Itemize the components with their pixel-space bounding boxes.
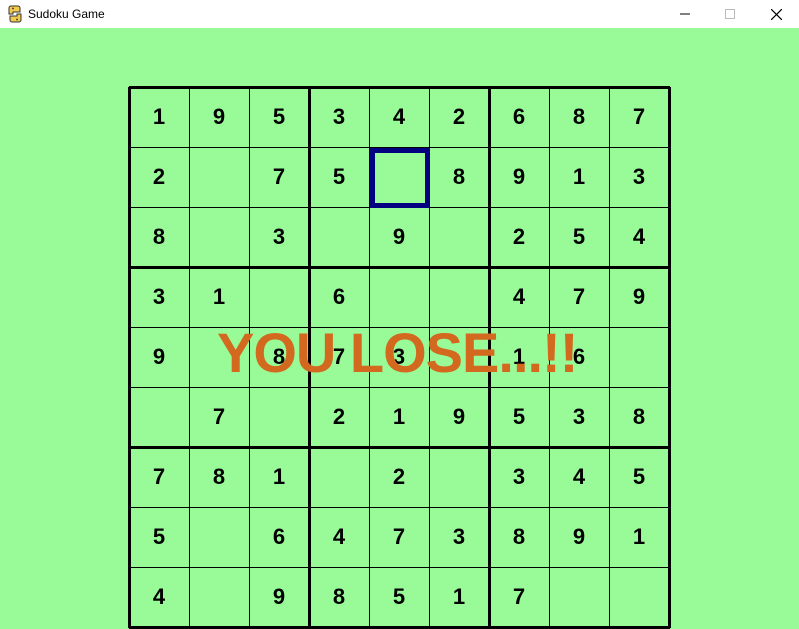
cell-r3-c7[interactable]: 2 — [489, 207, 549, 267]
python-snake-icon — [7, 5, 23, 23]
cell-r9-c4[interactable]: 8 — [309, 567, 369, 627]
cell-r8-c2[interactable] — [189, 507, 249, 567]
cell-r7-c8[interactable]: 4 — [549, 447, 609, 507]
window-title: Sudoku Game — [28, 7, 105, 21]
grid-vline — [609, 87, 610, 628]
minimize-button[interactable] — [662, 0, 708, 28]
cell-r4-c6[interactable] — [429, 267, 489, 327]
cell-r9-c8[interactable] — [549, 567, 609, 627]
cell-r1-c6[interactable]: 2 — [429, 87, 489, 147]
cell-r9-c6[interactable]: 1 — [429, 567, 489, 627]
grid-vline — [189, 87, 190, 628]
cell-r1-c4[interactable]: 3 — [309, 87, 369, 147]
cell-r6-c8[interactable]: 3 — [549, 387, 609, 447]
cell-r6-c1[interactable] — [129, 387, 189, 447]
cell-r2-c4[interactable]: 5 — [309, 147, 369, 207]
cell-r8-c3[interactable]: 6 — [249, 507, 309, 567]
cell-r7-c5[interactable]: 2 — [369, 447, 429, 507]
cell-r6-c9[interactable]: 8 — [609, 387, 669, 447]
cell-r6-c2[interactable]: 7 — [189, 387, 249, 447]
cell-r3-c6[interactable] — [429, 207, 489, 267]
game-area: 1953426872758913839254316479987316721953… — [0, 28, 799, 629]
grid-hline — [129, 387, 670, 388]
grid-vline — [128, 87, 131, 628]
cell-r3-c3[interactable]: 3 — [249, 207, 309, 267]
cell-r9-c7[interactable]: 7 — [489, 567, 549, 627]
close-button[interactable] — [753, 0, 799, 28]
cell-r7-c1[interactable]: 7 — [129, 447, 189, 507]
cell-r1-c1[interactable]: 1 — [129, 87, 189, 147]
cell-r4-c1[interactable]: 3 — [129, 267, 189, 327]
cell-r6-c6[interactable]: 9 — [429, 387, 489, 447]
cell-r7-c2[interactable]: 8 — [189, 447, 249, 507]
cell-r1-c8[interactable]: 8 — [549, 87, 609, 147]
cell-r9-c2[interactable] — [189, 567, 249, 627]
grid-hline — [129, 86, 670, 89]
cell-r3-c1[interactable]: 8 — [129, 207, 189, 267]
cell-r4-c9[interactable]: 9 — [609, 267, 669, 327]
cell-r4-c7[interactable]: 4 — [489, 267, 549, 327]
cell-r1-c9[interactable]: 7 — [609, 87, 669, 147]
grid-hline — [129, 507, 670, 508]
cell-r8-c8[interactable]: 9 — [549, 507, 609, 567]
cell-r4-c8[interactable]: 7 — [549, 267, 609, 327]
cell-r4-c5[interactable] — [369, 267, 429, 327]
cell-r4-c4[interactable]: 6 — [309, 267, 369, 327]
cell-r4-c2[interactable]: 1 — [189, 267, 249, 327]
grid-vline — [668, 87, 671, 628]
cell-r6-c4[interactable]: 2 — [309, 387, 369, 447]
cell-r7-c3[interactable]: 1 — [249, 447, 309, 507]
cell-r5-c9[interactable] — [609, 327, 669, 387]
cell-r7-c9[interactable]: 5 — [609, 447, 669, 507]
cell-r1-c7[interactable]: 6 — [489, 87, 549, 147]
cell-r3-c2[interactable] — [189, 207, 249, 267]
title-bar: Sudoku Game — [0, 0, 799, 28]
cell-r2-c9[interactable]: 3 — [609, 147, 669, 207]
cell-r2-c2[interactable] — [189, 147, 249, 207]
cell-r9-c1[interactable]: 4 — [129, 567, 189, 627]
grid-hline — [129, 567, 670, 568]
cell-r1-c3[interactable]: 5 — [249, 87, 309, 147]
maximize-icon — [725, 9, 735, 19]
cell-r7-c4[interactable] — [309, 447, 369, 507]
cell-r6-c7[interactable]: 5 — [489, 387, 549, 447]
cell-r9-c9[interactable] — [609, 567, 669, 627]
cell-r8-c5[interactable]: 7 — [369, 507, 429, 567]
cell-r4-c3[interactable] — [249, 267, 309, 327]
cell-r8-c9[interactable]: 1 — [609, 507, 669, 567]
close-icon — [770, 8, 782, 20]
cell-r5-c1[interactable]: 9 — [129, 327, 189, 387]
grid-hline — [129, 446, 670, 449]
cell-r9-c3[interactable]: 9 — [249, 567, 309, 627]
grid-hline — [129, 266, 670, 269]
cell-r3-c9[interactable]: 4 — [609, 207, 669, 267]
cell-r6-c3[interactable] — [249, 387, 309, 447]
cell-r3-c4[interactable] — [309, 207, 369, 267]
cell-r7-c7[interactable]: 3 — [489, 447, 549, 507]
cell-r6-c5[interactable]: 1 — [369, 387, 429, 447]
cell-r9-c5[interactable]: 5 — [369, 567, 429, 627]
cell-r7-c6[interactable] — [429, 447, 489, 507]
cell-r2-c7[interactable]: 9 — [489, 147, 549, 207]
cell-r8-c6[interactable]: 3 — [429, 507, 489, 567]
cell-r2-c6[interactable]: 8 — [429, 147, 489, 207]
selected-cell-highlight — [370, 148, 430, 208]
cell-r3-c8[interactable]: 5 — [549, 207, 609, 267]
cell-r2-c1[interactable]: 2 — [129, 147, 189, 207]
cell-r8-c1[interactable]: 5 — [129, 507, 189, 567]
cell-r1-c2[interactable]: 9 — [189, 87, 249, 147]
lose-message: YOU LOSE...!! — [217, 321, 578, 384]
cell-r1-c5[interactable]: 4 — [369, 87, 429, 147]
maximize-button[interactable] — [707, 0, 753, 28]
cell-r8-c4[interactable]: 4 — [309, 507, 369, 567]
cell-r2-c3[interactable]: 7 — [249, 147, 309, 207]
cell-r8-c7[interactable]: 8 — [489, 507, 549, 567]
cell-r2-c8[interactable]: 1 — [549, 147, 609, 207]
minimize-icon — [680, 13, 690, 15]
cell-r3-c5[interactable]: 9 — [369, 207, 429, 267]
